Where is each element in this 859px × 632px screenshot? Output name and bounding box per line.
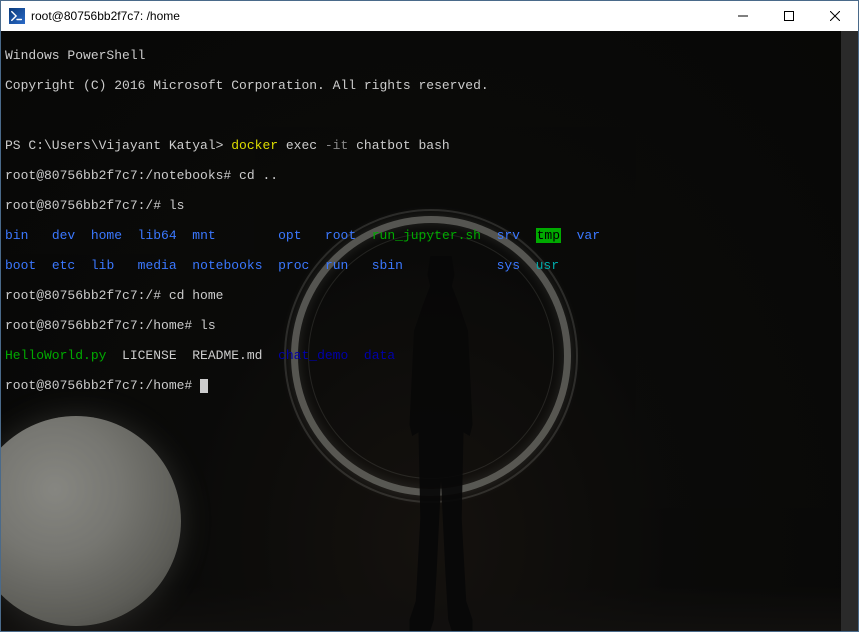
terminal-output: Windows PowerShell Copyright (C) 2016 Mi… bbox=[5, 33, 854, 423]
cmd-exec: exec bbox=[286, 138, 325, 153]
ps-prompt: PS C:\Users\Vijayant Katyal> bbox=[5, 138, 231, 153]
dir-entry: usr bbox=[536, 258, 559, 273]
bash-prompt: root@80756bb2f7c7:/# bbox=[5, 198, 169, 213]
bash-prompt: root@80756bb2f7c7:/home# bbox=[5, 378, 192, 393]
terminal-area[interactable]: Windows PowerShell Copyright (C) 2016 Mi… bbox=[1, 31, 858, 631]
blank-line bbox=[5, 108, 854, 123]
dir-entry: root bbox=[325, 228, 356, 243]
ls-output-row: HelloWorld.py LICENSE README.md chat_dem… bbox=[5, 348, 854, 363]
cmd-ls: ls bbox=[169, 198, 185, 213]
maximize-button[interactable] bbox=[766, 1, 812, 31]
active-prompt: root@80756bb2f7c7:/home# bbox=[5, 378, 854, 393]
dir-entry: opt bbox=[278, 228, 301, 243]
file-entry: README.md bbox=[192, 348, 262, 363]
dir-entry: mnt bbox=[192, 228, 215, 243]
dir-entry: notebooks bbox=[192, 258, 262, 273]
bash-prompt: root@80756bb2f7c7:/notebooks# bbox=[5, 168, 239, 183]
file-entry: run_jupyter.sh bbox=[372, 228, 481, 243]
command-line: root@80756bb2f7c7:/notebooks# cd .. bbox=[5, 168, 854, 183]
dir-entry: dev bbox=[52, 228, 75, 243]
dir-entry: lib64 bbox=[138, 228, 177, 243]
bash-prompt: root@80756bb2f7c7:/# bbox=[5, 288, 169, 303]
scrollbar[interactable] bbox=[841, 31, 858, 631]
ls-output-row: bin dev home lib64 mnt opt root run_jupy… bbox=[5, 228, 854, 243]
ls-output-row: boot etc lib media notebooks proc run sb… bbox=[5, 258, 854, 273]
dir-entry: proc bbox=[278, 258, 309, 273]
copyright-line: Copyright (C) 2016 Microsoft Corporation… bbox=[5, 78, 854, 93]
dir-entry: var bbox=[577, 228, 600, 243]
cmd-ls: ls bbox=[200, 318, 216, 333]
dir-entry: sbin bbox=[372, 258, 403, 273]
dir-entry: etc bbox=[52, 258, 75, 273]
cmd-cd: cd home bbox=[169, 288, 224, 303]
cmd-args: chatbot bash bbox=[356, 138, 450, 153]
dir-entry: chat_demo bbox=[278, 348, 348, 363]
file-entry: HelloWorld.py bbox=[5, 348, 106, 363]
titlebar[interactable]: root@80756bb2f7c7: /home bbox=[1, 1, 858, 31]
dir-entry: bin bbox=[5, 228, 28, 243]
dir-entry: sys bbox=[497, 258, 520, 273]
command-line: root@80756bb2f7c7:/# ls bbox=[5, 198, 854, 213]
cmd-docker: docker bbox=[231, 138, 286, 153]
dir-entry: home bbox=[91, 228, 122, 243]
bash-prompt: root@80756bb2f7c7:/home# bbox=[5, 318, 200, 333]
header-line: Windows PowerShell bbox=[5, 48, 854, 63]
window-controls bbox=[720, 1, 858, 31]
dir-entry: lib bbox=[91, 258, 114, 273]
dir-entry: srv bbox=[497, 228, 520, 243]
dir-entry-sticky: tmp bbox=[536, 228, 561, 243]
command-line: PS C:\Users\Vijayant Katyal> docker exec… bbox=[5, 138, 854, 153]
file-entry: LICENSE bbox=[122, 348, 177, 363]
dir-entry: boot bbox=[5, 258, 36, 273]
command-line: root@80756bb2f7c7:/home# ls bbox=[5, 318, 854, 333]
cursor bbox=[200, 379, 208, 393]
powershell-icon bbox=[9, 8, 25, 24]
minimize-button[interactable] bbox=[720, 1, 766, 31]
close-button[interactable] bbox=[812, 1, 858, 31]
cmd-flag: -it bbox=[325, 138, 356, 153]
window-title: root@80756bb2f7c7: /home bbox=[31, 9, 720, 23]
dir-entry: data bbox=[364, 348, 395, 363]
terminal-window: root@80756bb2f7c7: /home Windows PowerSh… bbox=[0, 0, 859, 632]
command-line: root@80756bb2f7c7:/# cd home bbox=[5, 288, 854, 303]
dir-entry: media bbox=[138, 258, 177, 273]
cmd-cd: cd .. bbox=[239, 168, 278, 183]
dir-entry: run bbox=[325, 258, 348, 273]
